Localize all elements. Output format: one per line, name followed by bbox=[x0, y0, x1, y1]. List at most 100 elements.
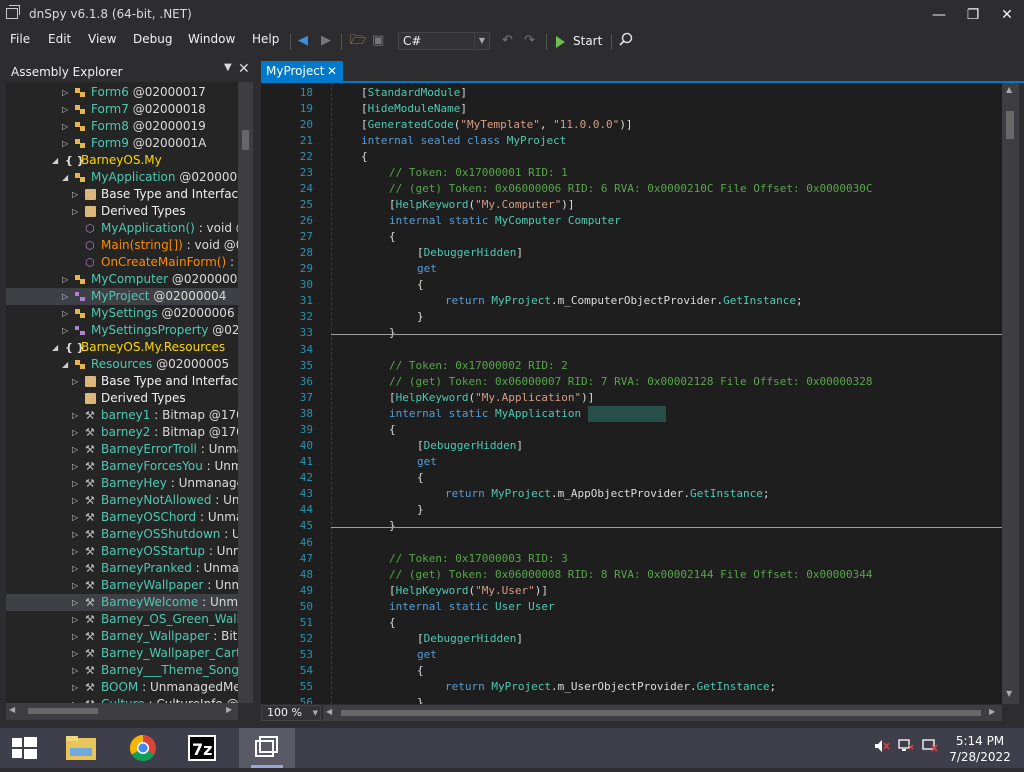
scroll-thumb[interactable] bbox=[28, 708, 98, 714]
tree-row[interactable]: ▷ ⚒ BarneyPranked : Unmana bbox=[6, 560, 238, 577]
tree-row[interactable]: ▷ Base Type and Interfaces bbox=[6, 186, 238, 203]
expand-arrow-icon[interactable]: ▷ bbox=[62, 271, 68, 288]
tree-row[interactable]: ◢ MyApplication @02000002 bbox=[6, 169, 238, 186]
zoom-select[interactable]: 100 % ▼ bbox=[261, 705, 321, 721]
tree-row[interactable]: ▷ Form8 @02000019 bbox=[6, 118, 238, 135]
explorer-hscrollbar[interactable]: ◀ ▶ bbox=[6, 703, 238, 720]
tree-row[interactable]: ▷ ⚒ barney1 : Bitmap @17000 bbox=[6, 407, 238, 424]
tree-row[interactable]: ▷ ⚒ Barney___Theme_Song__ bbox=[6, 662, 238, 679]
tree-row[interactable]: ▷ ⚒ Barney_Wallpaper : Bitma bbox=[6, 628, 238, 645]
expand-arrow-icon[interactable]: ▷ bbox=[72, 424, 78, 441]
menu-window[interactable]: Window bbox=[188, 32, 235, 46]
expand-arrow-icon[interactable]: ▷ bbox=[72, 526, 78, 543]
windows-start-icon[interactable] bbox=[0, 728, 48, 768]
save-all-icon[interactable]: ▣ bbox=[372, 32, 384, 50]
expand-arrow-icon[interactable]: ▷ bbox=[72, 543, 78, 560]
tree-row[interactable]: ▷ MySettings @02000006 bbox=[6, 305, 238, 322]
expand-arrow-icon[interactable]: ▷ bbox=[62, 84, 68, 101]
tree-row[interactable]: ▷ MySettingsProperty @020000 bbox=[6, 322, 238, 339]
tree-row[interactable]: ◢ Resources @02000005 bbox=[6, 356, 238, 373]
tree-row[interactable]: ▷ ⚒ BarneyErrorTroll : Unman bbox=[6, 441, 238, 458]
close-button[interactable]: ✕ bbox=[990, 0, 1024, 30]
expand-arrow-icon[interactable]: ▷ bbox=[72, 186, 78, 203]
close-icon[interactable]: ✕ bbox=[238, 61, 250, 77]
expand-arrow-icon[interactable]: ▷ bbox=[62, 135, 68, 152]
maximize-button[interactable]: ❐ bbox=[956, 0, 990, 30]
tree-row[interactable]: ▷ ⚒ BOOM : UnmanagedMem bbox=[6, 679, 238, 696]
tree-row[interactable]: ▷ ⚒ barney2 : Bitmap @17000 bbox=[6, 424, 238, 441]
undo-icon[interactable]: ↶ bbox=[502, 32, 513, 50]
tree-row[interactable]: ▷ Base Type and Interfaces bbox=[6, 373, 238, 390]
expand-arrow-icon[interactable]: ▷ bbox=[72, 407, 78, 424]
tree-row[interactable]: ▷ ⚒ Barney_OS_Green_Wallpa bbox=[6, 611, 238, 628]
expand-arrow-icon[interactable]: ▷ bbox=[72, 662, 78, 679]
tree-row[interactable]: ▷ Form9 @0200001A bbox=[6, 135, 238, 152]
expand-arrow-icon[interactable]: ▷ bbox=[62, 305, 68, 322]
expand-arrow-icon[interactable]: ▷ bbox=[72, 475, 78, 492]
tab-myproject[interactable]: MyProject ✕ bbox=[261, 61, 343, 81]
tree-row[interactable]: ⬡ OnCreateMainForm() : vo bbox=[6, 254, 238, 271]
volume-muted-icon[interactable] bbox=[874, 739, 890, 756]
expand-arrow-icon[interactable]: ▷ bbox=[62, 288, 68, 305]
expand-arrow-icon[interactable]: ▷ bbox=[72, 441, 78, 458]
collapse-arrow-icon[interactable]: ◢ bbox=[62, 356, 68, 373]
menu-file[interactable]: File bbox=[10, 32, 30, 46]
open-folder-icon[interactable]: 🗁 bbox=[350, 32, 366, 50]
expand-arrow-icon[interactable]: ▷ bbox=[72, 645, 78, 662]
editor-scrollbar[interactable]: ▲ ▼ bbox=[1002, 83, 1019, 704]
tree-row[interactable]: Derived Types bbox=[6, 390, 238, 407]
tree-row[interactable]: ▷ ⚒ BarneyOSShutdown : Unr bbox=[6, 526, 238, 543]
tree-row[interactable]: ◢ { } BarneyOS.My bbox=[6, 152, 238, 169]
expand-arrow-icon[interactable]: ▷ bbox=[72, 628, 78, 645]
tree-row[interactable]: ▷ MyComputer @02000003 bbox=[6, 271, 238, 288]
tree-row[interactable]: ▷ Derived Types bbox=[6, 203, 238, 220]
tree-row[interactable]: ▷ Form6 @02000017 bbox=[6, 84, 238, 101]
tree-row[interactable]: ▷ ⚒ BarneyHey : UnmanagedI bbox=[6, 475, 238, 492]
search-icon[interactable] bbox=[619, 32, 633, 50]
tree-row[interactable]: ▷ ⚒ BarneyForcesYou : Unma bbox=[6, 458, 238, 475]
7zip-icon[interactable]: 7z bbox=[178, 728, 226, 768]
expand-arrow-icon[interactable]: ▷ bbox=[72, 679, 78, 696]
menu-debug[interactable]: Debug bbox=[133, 32, 172, 46]
expand-arrow-icon[interactable]: ▷ bbox=[72, 492, 78, 509]
menu-edit[interactable]: Edit bbox=[48, 32, 71, 46]
minimize-button[interactable]: — bbox=[922, 0, 956, 30]
expand-arrow-icon[interactable]: ▷ bbox=[62, 118, 68, 135]
tree-row[interactable]: ▷ ⚒ BarneyOSStartup : Unmar bbox=[6, 543, 238, 560]
tree-row[interactable]: ⬡ Main(string[]) : void @06 bbox=[6, 237, 238, 254]
network-icon[interactable] bbox=[898, 739, 914, 756]
editor-hscrollbar[interactable]: ◀ ▶ bbox=[323, 705, 1002, 721]
tree-row[interactable]: ⬡ MyApplication() : void @0 bbox=[6, 220, 238, 237]
forward-icon[interactable]: ▶ bbox=[321, 32, 331, 50]
menu-view[interactable]: View bbox=[88, 32, 116, 46]
dnspy-taskbar-icon[interactable] bbox=[239, 728, 295, 768]
expand-arrow-icon[interactable]: ▷ bbox=[72, 373, 78, 390]
tree-row[interactable]: ▷ MyProject @02000004 bbox=[6, 288, 238, 305]
expand-arrow-icon[interactable]: ▷ bbox=[72, 577, 78, 594]
scroll-thumb[interactable] bbox=[341, 710, 981, 716]
collapse-arrow-icon[interactable]: ◢ bbox=[62, 169, 68, 186]
file-explorer-icon[interactable] bbox=[57, 728, 105, 768]
scroll-thumb[interactable] bbox=[242, 130, 249, 150]
chrome-icon[interactable] bbox=[119, 728, 167, 768]
chevron-down-icon[interactable]: ▼ bbox=[224, 62, 232, 73]
scroll-thumb[interactable] bbox=[1006, 111, 1014, 139]
expand-arrow-icon[interactable]: ▷ bbox=[72, 509, 78, 526]
expand-arrow-icon[interactable]: ▷ bbox=[62, 101, 68, 118]
collapse-arrow-icon[interactable]: ◢ bbox=[52, 339, 58, 356]
back-icon[interactable]: ◀ bbox=[298, 32, 308, 50]
tree-row[interactable]: ▷ ⚒ BarneyNotAllowed : Unm bbox=[6, 492, 238, 509]
tree-row[interactable]: ▷ ⚒ BarneyWallpaper : Unma bbox=[6, 577, 238, 594]
collapse-arrow-icon[interactable]: ◢ bbox=[52, 152, 58, 169]
expand-arrow-icon[interactable]: ▷ bbox=[72, 560, 78, 577]
expand-arrow-icon[interactable]: ▷ bbox=[72, 594, 78, 611]
redo-icon[interactable]: ↷ bbox=[524, 32, 535, 50]
code-editor[interactable]: 18 [StandardModule] 19 [HideModuleName] 20 [G… bbox=[261, 83, 1002, 704]
menu-help[interactable]: Help bbox=[252, 32, 279, 46]
expand-arrow-icon[interactable]: ▷ bbox=[62, 322, 68, 339]
clock[interactable]: 5:14 PM 7/28/2022 bbox=[945, 733, 1015, 765]
expand-arrow-icon[interactable]: ▷ bbox=[72, 611, 78, 628]
tree-row[interactable]: ▷ Form7 @02000018 bbox=[6, 101, 238, 118]
tree-row[interactable]: ▷ ⚒ BarneyOSChord : Unman bbox=[6, 509, 238, 526]
tree-row[interactable]: ▷⚒Culture : CultureInfo @17 bbox=[6, 696, 238, 703]
